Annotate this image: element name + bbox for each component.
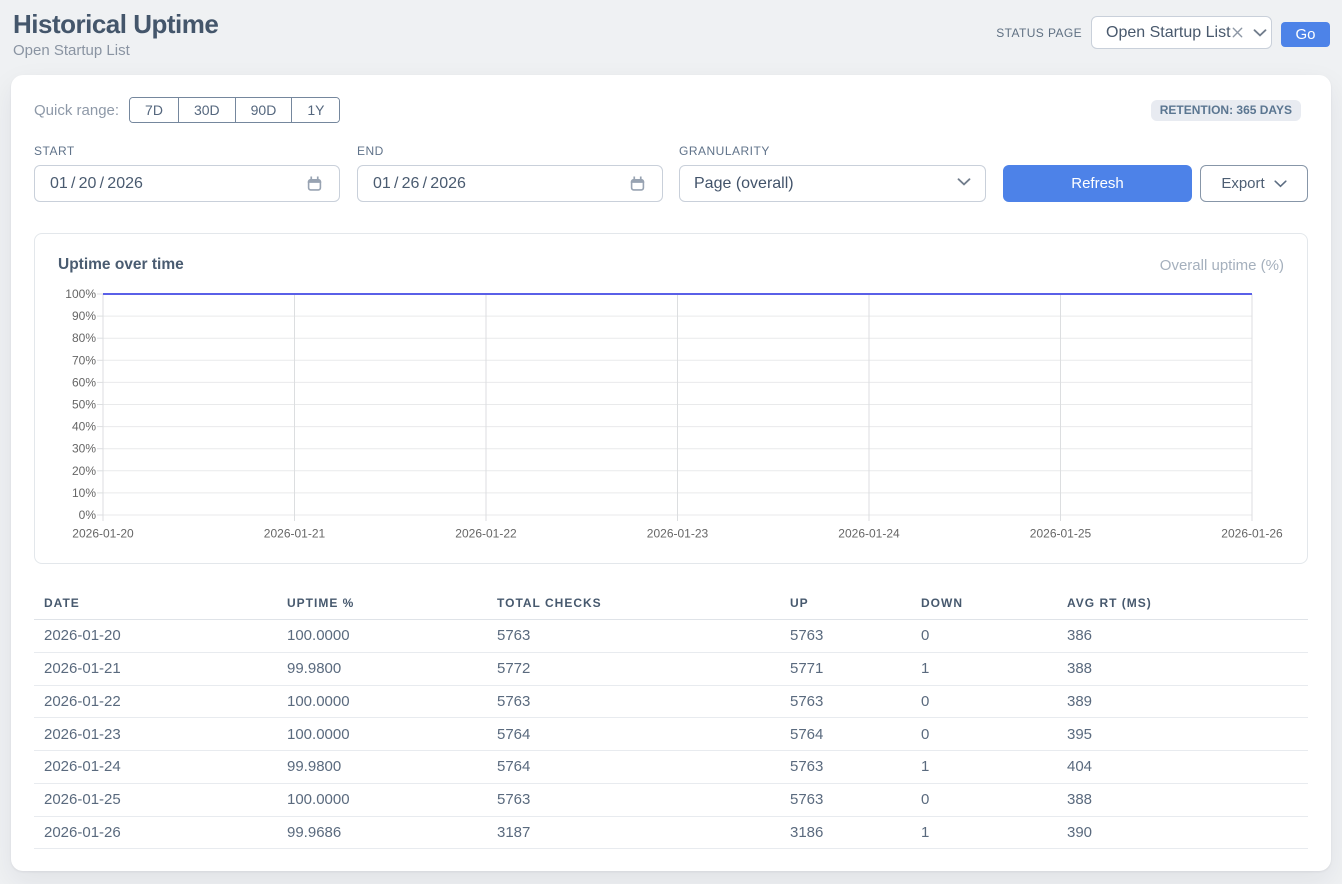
svg-text:2026-01-21: 2026-01-21 (264, 527, 326, 541)
svg-text:100%: 100% (65, 287, 96, 301)
svg-text:2026-01-20: 2026-01-20 (72, 527, 134, 541)
svg-text:70%: 70% (72, 353, 96, 367)
svg-text:40%: 40% (72, 420, 96, 434)
svg-text:20%: 20% (72, 464, 96, 478)
svg-text:60%: 60% (72, 375, 96, 389)
svg-text:2026-01-23: 2026-01-23 (647, 527, 709, 541)
svg-text:2026-01-25: 2026-01-25 (1030, 527, 1092, 541)
svg-text:2026-01-26: 2026-01-26 (1221, 527, 1283, 541)
svg-text:0%: 0% (79, 508, 97, 522)
svg-text:2026-01-24: 2026-01-24 (838, 527, 900, 541)
svg-text:80%: 80% (72, 331, 96, 345)
svg-text:30%: 30% (72, 442, 96, 456)
svg-text:2026-01-22: 2026-01-22 (455, 527, 517, 541)
svg-text:90%: 90% (72, 309, 96, 323)
svg-text:10%: 10% (72, 486, 96, 500)
svg-text:50%: 50% (72, 398, 96, 412)
